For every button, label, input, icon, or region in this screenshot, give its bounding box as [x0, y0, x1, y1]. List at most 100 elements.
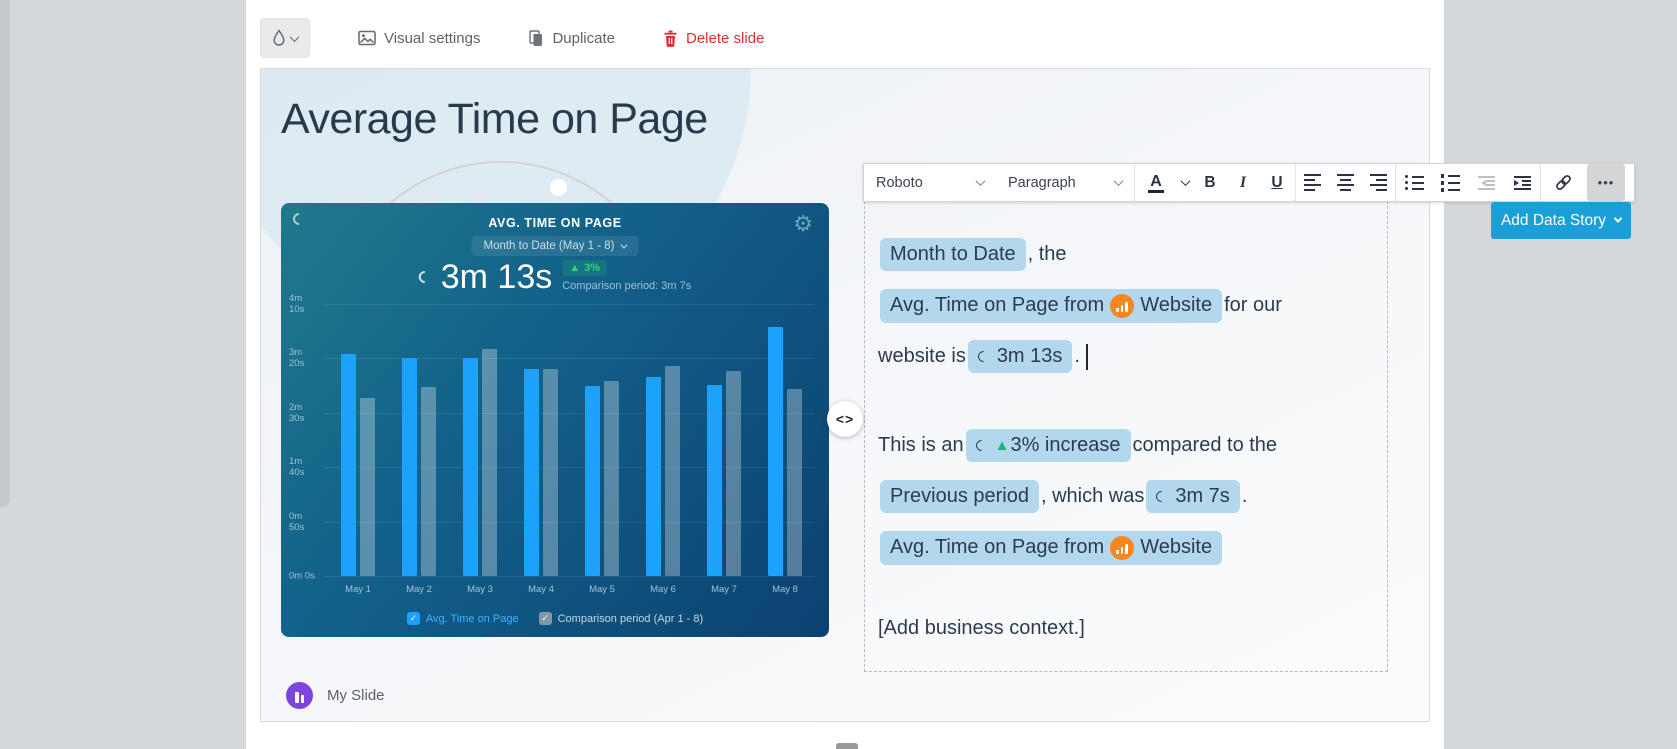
font-select[interactable]: Roboto: [864, 164, 996, 201]
up-triangle-icon: ▲: [995, 437, 1010, 454]
data-token-pill[interactable]: 3m 13s: [968, 340, 1073, 373]
editor-line: Previous period, which was 3m 7s .: [878, 471, 1374, 522]
align-center-icon: [1337, 174, 1354, 191]
bar-current[interactable]: [341, 354, 356, 576]
underline-button[interactable]: U: [1259, 164, 1295, 201]
metric-arc-icon: [416, 269, 433, 286]
bar-current[interactable]: [524, 369, 539, 576]
legend-item-current[interactable]: ✓ Avg. Time on Page: [407, 612, 519, 625]
editor-line: This is an ▲3% increase compared to the: [878, 420, 1374, 471]
font-select-value: Roboto: [876, 175, 923, 191]
bar-comparison[interactable]: [482, 349, 497, 576]
analytics-source-icon: [1110, 536, 1134, 560]
visual-settings-button[interactable]: Visual settings: [358, 30, 480, 47]
gridline: [323, 522, 815, 523]
chart-widget[interactable]: AVG. TIME ON PAGE ⚙ Month to Date (May 1…: [281, 203, 829, 637]
data-token-pill[interactable]: ▲3% increase: [966, 429, 1131, 462]
data-token-pill[interactable]: Avg. Time on Page from Website: [880, 289, 1222, 323]
editor-line: [Add business context.]: [878, 603, 1374, 654]
trash-icon: [663, 30, 678, 47]
bullet-list-icon: [1405, 175, 1424, 190]
bar-comparison[interactable]: [421, 387, 436, 576]
align-left-icon: [1304, 174, 1321, 191]
visual-settings-label: Visual settings: [384, 30, 480, 47]
bullet-list-button[interactable]: [1396, 164, 1432, 201]
legend-comparison-label: Comparison period (Apr 1 - 8): [558, 613, 704, 625]
app-page: Visual settings Duplicate Delete slide A…: [0, 0, 1677, 749]
paragraph-style-select[interactable]: Paragraph: [996, 164, 1134, 201]
bar-current[interactable]: [585, 386, 600, 576]
bar-comparison[interactable]: [604, 381, 619, 576]
slide-name-label: My Slide: [327, 687, 385, 704]
comparison-period-label: Comparison period: 3m 7s: [562, 280, 691, 292]
bar-comparison[interactable]: [726, 371, 741, 576]
indent-button[interactable]: [1504, 164, 1540, 201]
editor-text: .: [1242, 485, 1248, 508]
text-color-button[interactable]: A: [1135, 164, 1177, 201]
x-axis-tick: May 8: [757, 584, 813, 595]
numbered-list-button[interactable]: [1432, 164, 1468, 201]
bar-current[interactable]: [463, 358, 478, 576]
up-triangle-icon: ▲: [569, 262, 580, 274]
y-axis-tick: 0m 0s: [281, 571, 319, 582]
bar-current[interactable]: [402, 358, 417, 576]
analytics-source-icon: [1110, 294, 1134, 318]
data-token-pill[interactable]: Previous period: [880, 480, 1039, 513]
italic-button[interactable]: I: [1227, 164, 1259, 201]
text-cursor: [1086, 344, 1088, 370]
x-axis-tick: May 7: [696, 584, 752, 595]
duplicate-button[interactable]: Duplicate: [528, 30, 615, 47]
formatting-toolbar: Roboto Paragraph A B I U: [863, 163, 1635, 202]
bar-comparison[interactable]: [543, 369, 558, 576]
align-left-button[interactable]: [1296, 164, 1329, 201]
legend-item-comparison[interactable]: ✓ Comparison period (Apr 1 - 8): [539, 612, 704, 625]
shape-style-dropdown[interactable]: [260, 18, 310, 58]
bar-comparison[interactable]: [787, 389, 802, 576]
delta-value: 3%: [584, 262, 600, 274]
link-button[interactable]: [1541, 164, 1585, 201]
paragraph-style-value: Paragraph: [1008, 175, 1076, 191]
bar-comparison[interactable]: [665, 366, 680, 576]
data-token-pill[interactable]: Avg. Time on Page from Website: [880, 531, 1222, 565]
editor-text: , which was: [1041, 485, 1144, 508]
resize-handle[interactable]: <>: [827, 401, 863, 437]
add-data-story-button[interactable]: Add Data Story: [1491, 202, 1631, 239]
outdent-button[interactable]: [1468, 164, 1504, 201]
gridline: [323, 413, 815, 414]
gear-icon[interactable]: ⚙: [793, 211, 813, 237]
period-selector-dropdown[interactable]: Month to Date (May 1 - 8): [471, 236, 638, 256]
chart-legend: ✓ Avg. Time on Page ✓ Comparison period …: [281, 612, 829, 625]
chevron-down-icon: [620, 241, 627, 248]
data-story-text-editor[interactable]: Month to Date, the Avg. Time on Page from…: [864, 201, 1388, 672]
numbered-list-icon: [1441, 174, 1460, 192]
bar-current[interactable]: [646, 377, 661, 576]
checkbox-checked-icon[interactable]: ✓: [407, 612, 420, 625]
editor-text: , the: [1028, 243, 1067, 266]
link-icon: [1554, 173, 1573, 192]
droplet-icon: [272, 29, 286, 47]
report-avatar-icon[interactable]: [286, 682, 313, 709]
data-token-pill[interactable]: Month to Date: [880, 238, 1026, 271]
delete-slide-button[interactable]: Delete slide: [663, 30, 764, 47]
x-axis-tick: May 3: [452, 584, 508, 595]
chevron-down-icon: [1614, 214, 1622, 222]
gridline: [323, 576, 815, 577]
bar-current[interactable]: [707, 385, 722, 576]
slide-toolbar: Visual settings Duplicate Delete slide: [260, 15, 764, 61]
outdent-icon: [1478, 176, 1495, 190]
metric-arc-icon: [973, 438, 989, 454]
bar-current[interactable]: [768, 327, 783, 576]
align-right-button[interactable]: [1362, 164, 1395, 201]
data-token-pill[interactable]: 3m 7s: [1146, 480, 1239, 513]
checkbox-checked-icon[interactable]: ✓: [539, 612, 552, 625]
more-options-button[interactable]: •••: [1587, 164, 1625, 201]
text-color-dropdown[interactable]: [1177, 164, 1193, 201]
bold-button[interactable]: B: [1193, 164, 1227, 201]
align-center-button[interactable]: [1329, 164, 1362, 201]
bar-comparison[interactable]: [360, 398, 375, 576]
add-data-story-label: Add Data Story: [1501, 212, 1606, 230]
editor-line: Avg. Time on Page from Website for our: [878, 280, 1374, 331]
editor-text: .: [1074, 345, 1080, 368]
delete-slide-label: Delete slide: [686, 30, 764, 47]
slide-title[interactable]: Average Time on Page: [281, 95, 708, 144]
